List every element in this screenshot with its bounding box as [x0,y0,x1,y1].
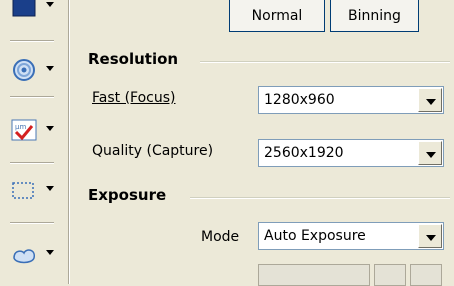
svg-text:µm: µm [15,123,26,131]
exposure-group-line [190,197,450,199]
normal-button[interactable]: Normal [229,0,325,32]
quality-capture-select[interactable]: 2560x1920 [258,139,444,167]
fast-focus-label: Fast (Focus) [92,90,176,106]
fast-focus-value: 1280x960 [264,92,335,108]
chevron-down-icon [46,66,54,71]
exposure-mode-value: Auto Exposure [264,228,366,244]
dropdown-arrow-icon[interactable] [418,141,442,165]
exposure-group-title: Exposure [88,186,167,204]
chevron-down-icon [46,2,54,7]
measure-check-icon: µm [11,119,37,141]
toolbar-button-shape[interactable] [6,236,62,272]
mode-label: Mode [201,229,240,245]
exposure-step-button[interactable] [374,264,406,286]
toolbar-separator [10,40,54,42]
toolbar-separator [10,96,54,98]
exposure-value-field[interactable] [258,264,370,286]
left-toolbar: µm [0,0,68,284]
resolution-group-line [200,61,450,63]
chevron-down-icon [46,250,54,255]
toolbar-button-monitor[interactable] [6,0,62,24]
dropdown-arrow-icon[interactable] [418,88,442,112]
toolbar-button-target[interactable] [6,52,62,88]
toolbar-divider [68,0,70,284]
exposure-mode-select[interactable]: Auto Exposure [258,222,444,250]
exposure-step-button[interactable] [410,264,442,286]
chevron-down-icon [46,126,54,131]
selection-rect-icon [12,182,34,199]
monitor-icon [12,0,36,17]
target-icon [13,59,35,81]
cloud-shape-icon [13,249,35,264]
toolbar-separator [10,162,54,164]
toolbar-button-measure[interactable]: µm [6,112,62,148]
binning-button[interactable]: Binning [330,0,419,32]
resolution-group-title: Resolution [88,50,179,68]
toolbar-separator [10,222,54,224]
dropdown-arrow-icon[interactable] [418,224,442,248]
quality-capture-value: 2560x1920 [264,145,344,161]
quality-capture-label: Quality (Capture) [92,143,214,159]
chevron-down-icon [46,186,54,191]
fast-focus-select[interactable]: 1280x960 [258,86,444,114]
toolbar-button-selection[interactable] [6,172,62,208]
